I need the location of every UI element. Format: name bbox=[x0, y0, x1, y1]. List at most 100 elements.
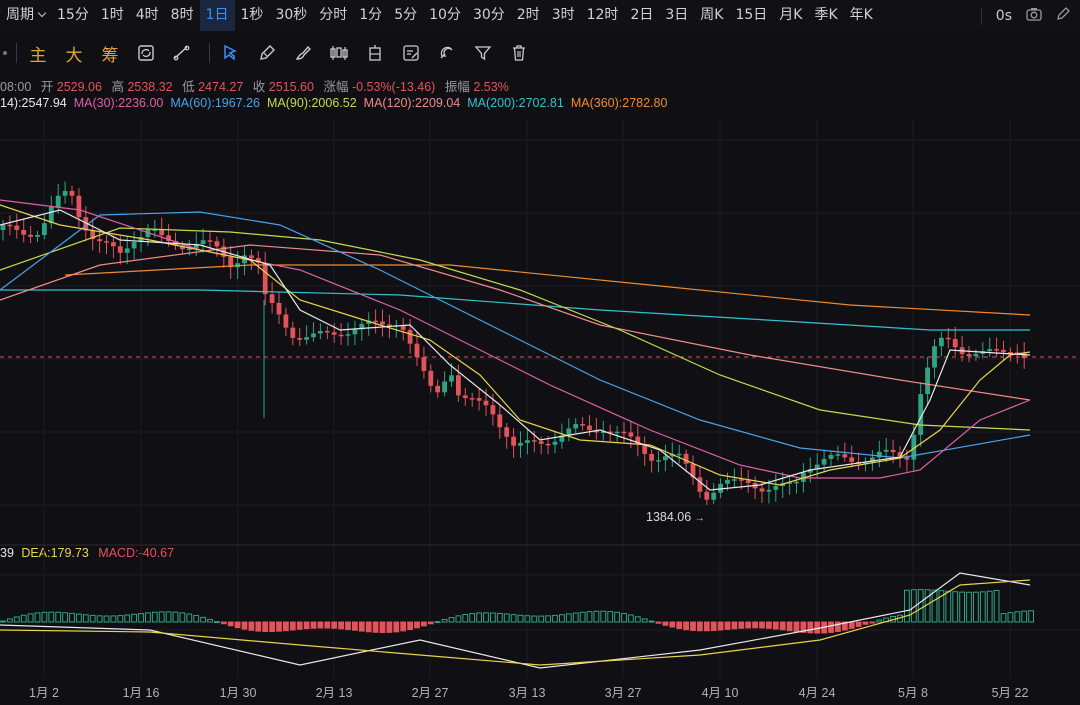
macd-bar bbox=[572, 612, 579, 623]
macd-bar bbox=[200, 616, 206, 623]
candle-body bbox=[628, 432, 634, 437]
macd-bar bbox=[586, 611, 593, 623]
candle-body bbox=[835, 454, 841, 456]
candle-body bbox=[28, 234, 33, 237]
candle-body bbox=[545, 443, 551, 446]
macd-bar bbox=[593, 610, 600, 623]
dea-line bbox=[0, 579, 1031, 666]
candle-body bbox=[711, 492, 717, 500]
candle-body bbox=[269, 294, 275, 303]
macd-bar bbox=[220, 621, 227, 625]
candle-body bbox=[0, 224, 6, 230]
macd-bar bbox=[393, 621, 400, 633]
candle-body bbox=[759, 488, 765, 492]
macd-bar bbox=[662, 621, 669, 626]
macd-bar bbox=[400, 621, 407, 632]
macd-bar bbox=[607, 611, 614, 623]
candle-body bbox=[207, 240, 213, 242]
candle-body bbox=[124, 248, 130, 253]
x-axis-label: 1月 2 bbox=[29, 686, 59, 700]
candle-body bbox=[331, 332, 337, 335]
candle-body bbox=[297, 337, 303, 340]
macd-bar bbox=[469, 613, 476, 623]
candle-body bbox=[476, 398, 482, 401]
macd-bar bbox=[855, 621, 862, 627]
macd-bar bbox=[621, 612, 627, 623]
macd-bar bbox=[476, 612, 483, 623]
macd-bar bbox=[20, 614, 27, 623]
macd-bar bbox=[317, 621, 324, 629]
candle-body bbox=[345, 334, 351, 336]
macd-bar bbox=[690, 621, 696, 631]
macd-bar bbox=[421, 621, 427, 627]
macd-bar bbox=[241, 621, 248, 630]
macd-bar bbox=[717, 621, 724, 631]
macd-bar bbox=[814, 621, 821, 634]
ma120-line bbox=[0, 244, 1031, 401]
macd-bar bbox=[69, 612, 75, 623]
macd-bar bbox=[973, 591, 979, 623]
macd-bar bbox=[193, 615, 200, 623]
candle-body bbox=[131, 242, 137, 249]
macd-bar bbox=[600, 610, 607, 623]
macd-bar bbox=[345, 621, 351, 630]
macd-bar bbox=[676, 621, 683, 630]
candle-body bbox=[276, 302, 282, 315]
candle-body bbox=[538, 441, 544, 444]
macd-bar bbox=[13, 616, 20, 623]
macd-bar bbox=[703, 621, 710, 632]
macd-bar bbox=[869, 621, 876, 624]
candle-body bbox=[449, 375, 454, 382]
macd-bar bbox=[835, 621, 841, 632]
candle-body bbox=[994, 349, 999, 351]
macd-bar bbox=[966, 591, 972, 623]
macd-bar bbox=[510, 614, 517, 623]
ma14-line bbox=[0, 209, 1031, 491]
macd-bar bbox=[483, 612, 489, 623]
macd-bar bbox=[786, 621, 793, 632]
macd-bar bbox=[752, 621, 759, 629]
candle-body bbox=[497, 414, 503, 428]
candle-body bbox=[663, 456, 668, 461]
candle-body bbox=[883, 449, 889, 452]
x-axis-label: 1月 30 bbox=[219, 686, 257, 700]
macd-bar bbox=[931, 589, 938, 623]
macd-bar bbox=[731, 621, 738, 630]
candle-body bbox=[324, 330, 330, 333]
macd-bar bbox=[614, 611, 621, 623]
macd-bar bbox=[745, 621, 752, 629]
macd-bar bbox=[145, 612, 151, 623]
macd-bar bbox=[124, 614, 131, 623]
macd-bar bbox=[669, 621, 676, 628]
macd-bar bbox=[427, 621, 434, 625]
macd-bar bbox=[738, 621, 745, 629]
macd-bar bbox=[959, 591, 966, 623]
candle-body bbox=[304, 337, 309, 340]
macd-bar bbox=[55, 611, 62, 623]
candle-body bbox=[249, 255, 254, 259]
candle-body bbox=[104, 241, 109, 243]
price-chart[interactable] bbox=[0, 0, 1080, 705]
macd-bar bbox=[634, 616, 641, 623]
candle-body bbox=[62, 190, 68, 196]
candle-body bbox=[373, 320, 378, 323]
macd-bar bbox=[214, 621, 220, 624]
macd-bar bbox=[455, 615, 462, 623]
candle-body bbox=[966, 354, 972, 357]
macd-bar bbox=[89, 614, 96, 623]
macd-bar bbox=[117, 615, 124, 623]
x-axis-label: 2月 13 bbox=[315, 686, 353, 700]
candle-body bbox=[890, 449, 896, 453]
candle-body bbox=[766, 489, 772, 492]
candle-body bbox=[414, 343, 420, 358]
macd-bar bbox=[917, 589, 924, 623]
macd-bar bbox=[379, 621, 386, 633]
macd-bar bbox=[372, 621, 379, 633]
candle-body bbox=[821, 458, 827, 465]
candle-body bbox=[676, 453, 682, 456]
candle-body bbox=[283, 314, 289, 328]
macd-bar bbox=[759, 621, 765, 629]
macd-bar bbox=[82, 614, 89, 623]
macd-bar bbox=[365, 621, 372, 633]
candle-body bbox=[111, 242, 116, 247]
